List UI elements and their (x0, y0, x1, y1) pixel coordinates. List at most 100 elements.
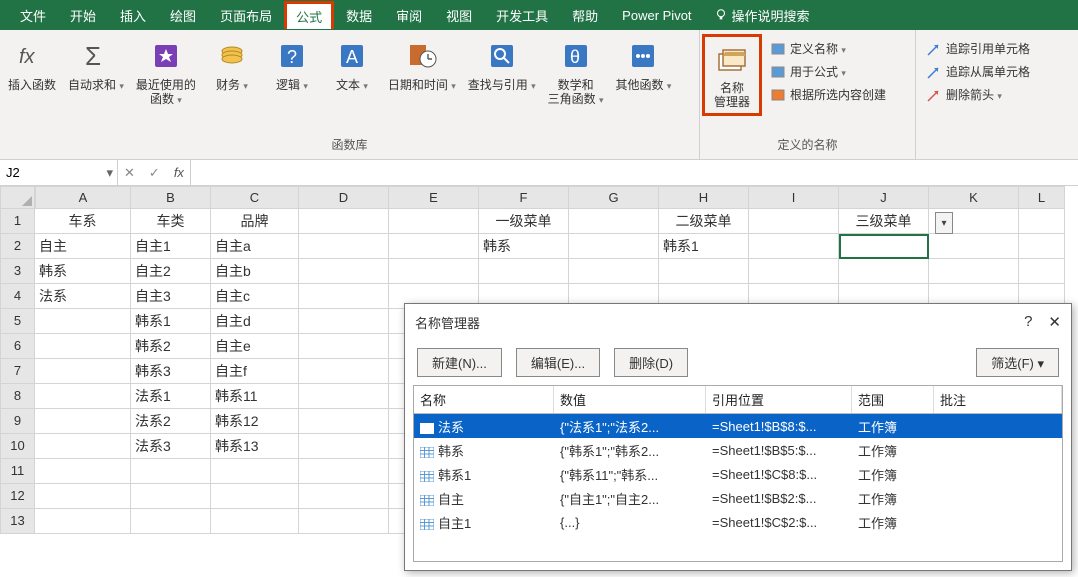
menu-tab-审阅[interactable]: 审阅 (384, 0, 434, 31)
row-header-2[interactable]: 2 (0, 234, 35, 259)
row-header-8[interactable]: 8 (0, 384, 35, 409)
cell-A2[interactable]: 自主 (35, 234, 131, 259)
col-header-J[interactable]: J (839, 186, 929, 209)
cell-K2[interactable] (929, 234, 1019, 259)
cell-I2[interactable] (749, 234, 839, 259)
cell-B12[interactable] (131, 484, 211, 509)
cell-B10[interactable]: 法系3 (131, 434, 211, 459)
cell-C3[interactable]: 自主b (211, 259, 299, 284)
cell-B13[interactable] (131, 509, 211, 534)
col-header-D[interactable]: D (299, 186, 389, 209)
cell-H2[interactable]: 韩系1 (659, 234, 749, 259)
cell-H1[interactable]: 二级菜单 (659, 209, 749, 234)
cell-C10[interactable]: 韩系13 (211, 434, 299, 459)
cell-C4[interactable]: 自主c (211, 284, 299, 309)
ribbon-btn-3[interactable]: ?逻辑 ▾ (262, 34, 322, 97)
name-box-input[interactable] (0, 163, 102, 182)
cell-D6[interactable] (299, 334, 389, 359)
menu-tab-公式[interactable]: 公式 (284, 1, 334, 29)
row-header-4[interactable]: 4 (0, 284, 35, 309)
menu-tab-文件[interactable]: 文件 (8, 0, 58, 31)
cell-K3[interactable] (929, 259, 1019, 284)
insert-function-button[interactable]: fx插入函数 (2, 34, 62, 96)
cell-C2[interactable]: 自主a (211, 234, 299, 259)
filter-button[interactable]: 筛选(F) ▾ (976, 348, 1059, 377)
cell-A8[interactable] (35, 384, 131, 409)
tell-me-search[interactable]: 操作说明搜索 (704, 0, 820, 31)
cell-F2[interactable]: 韩系 (479, 234, 569, 259)
cell-A9[interactable] (35, 409, 131, 434)
cell-D2[interactable] (299, 234, 389, 259)
menu-tab-数据[interactable]: 数据 (334, 0, 384, 31)
cell-C6[interactable]: 自主e (211, 334, 299, 359)
cell-E2[interactable] (389, 234, 479, 259)
cell-F3[interactable] (479, 259, 569, 284)
row-header-9[interactable]: 9 (0, 409, 35, 434)
cell-B5[interactable]: 韩系1 (131, 309, 211, 334)
cell-J1[interactable]: 三级菜单 (839, 209, 929, 234)
cell-J2[interactable] (839, 234, 929, 259)
menu-tab-视图[interactable]: 视图 (434, 0, 484, 31)
cell-D7[interactable] (299, 359, 389, 384)
cell-D8[interactable] (299, 384, 389, 409)
menu-tab-插入[interactable]: 插入 (108, 0, 158, 31)
name-list-row[interactable]: 自主{"自主1";"自主2...=Sheet1!$B$2:$...工作簿 (414, 486, 1062, 510)
row-header-6[interactable]: 6 (0, 334, 35, 359)
menu-tab-页面布局[interactable]: 页面布局 (208, 0, 284, 31)
cell-B7[interactable]: 韩系3 (131, 359, 211, 384)
cell-dropdown-button[interactable]: ▾ (935, 212, 953, 234)
formula-input[interactable] (191, 160, 1078, 185)
confirm-icon[interactable]: ✓ (149, 165, 160, 181)
col-header-B[interactable]: B (131, 186, 211, 209)
cell-L2[interactable] (1019, 234, 1065, 259)
cell-D10[interactable] (299, 434, 389, 459)
ribbon-btn-8[interactable]: 其他函数 ▾ (610, 34, 678, 97)
ribbon-btn-6[interactable]: 查找与引用 ▾ (462, 34, 542, 97)
fx-icon[interactable]: fx (174, 165, 184, 180)
cell-D4[interactable] (299, 284, 389, 309)
name-list-row[interactable]: 自主1{...}=Sheet1!$C$2:$...工作簿 (414, 510, 1062, 534)
cell-C7[interactable]: 自主f (211, 359, 299, 384)
cell-C5[interactable]: 自主d (211, 309, 299, 334)
cell-B9[interactable]: 法系2 (131, 409, 211, 434)
cell-D12[interactable] (299, 484, 389, 509)
cell-A12[interactable] (35, 484, 131, 509)
row-header-5[interactable]: 5 (0, 309, 35, 334)
cell-A11[interactable] (35, 459, 131, 484)
col-header-G[interactable]: G (569, 186, 659, 209)
name-list-row[interactable]: 韩系1{"韩系11";"韩系...=Sheet1!$C$8:$...工作簿 (414, 462, 1062, 486)
define-name-item-0[interactable]: 定义名称 ▾ (766, 38, 890, 59)
menu-tab-绘图[interactable]: 绘图 (158, 0, 208, 31)
col-header-L[interactable]: L (1019, 186, 1065, 209)
cell-C11[interactable] (211, 459, 299, 484)
dialog-help-icon[interactable]: ? (1024, 313, 1032, 331)
col-header-A[interactable]: A (35, 186, 131, 209)
cell-A5[interactable] (35, 309, 131, 334)
row-header-10[interactable]: 10 (0, 434, 35, 459)
cell-C9[interactable]: 韩系12 (211, 409, 299, 434)
ribbon-btn-7[interactable]: θ数学和三角函数 ▾ (542, 34, 610, 111)
cell-C8[interactable]: 韩系11 (211, 384, 299, 409)
row-header-13[interactable]: 13 (0, 509, 35, 534)
name-box-dropdown-icon[interactable]: ▾ (102, 165, 117, 181)
dialog-close-icon[interactable]: ✕ (1048, 313, 1061, 331)
menu-tab-Power Pivot[interactable]: Power Pivot (610, 2, 703, 29)
cancel-icon[interactable]: ✕ (124, 165, 135, 181)
cell-E3[interactable] (389, 259, 479, 284)
cell-G2[interactable] (569, 234, 659, 259)
col-header-C[interactable]: C (211, 186, 299, 209)
cell-B8[interactable]: 法系1 (131, 384, 211, 409)
cell-F1[interactable]: 一级菜单 (479, 209, 569, 234)
cell-B6[interactable]: 韩系2 (131, 334, 211, 359)
cell-B11[interactable] (131, 459, 211, 484)
col-header-K[interactable]: K (929, 186, 1019, 209)
cell-B4[interactable]: 自主3 (131, 284, 211, 309)
cell-A3[interactable]: 韩系 (35, 259, 131, 284)
col-header-I[interactable]: I (749, 186, 839, 209)
ribbon-btn-2[interactable]: 财务 ▾ (202, 34, 262, 97)
cell-A10[interactable] (35, 434, 131, 459)
define-name-item-1[interactable]: 用于公式 ▾ (766, 61, 890, 82)
cell-D5[interactable] (299, 309, 389, 334)
audit-item-0[interactable]: 追踪引用单元格 (922, 38, 1034, 59)
cell-B1[interactable]: 车类 (131, 209, 211, 234)
